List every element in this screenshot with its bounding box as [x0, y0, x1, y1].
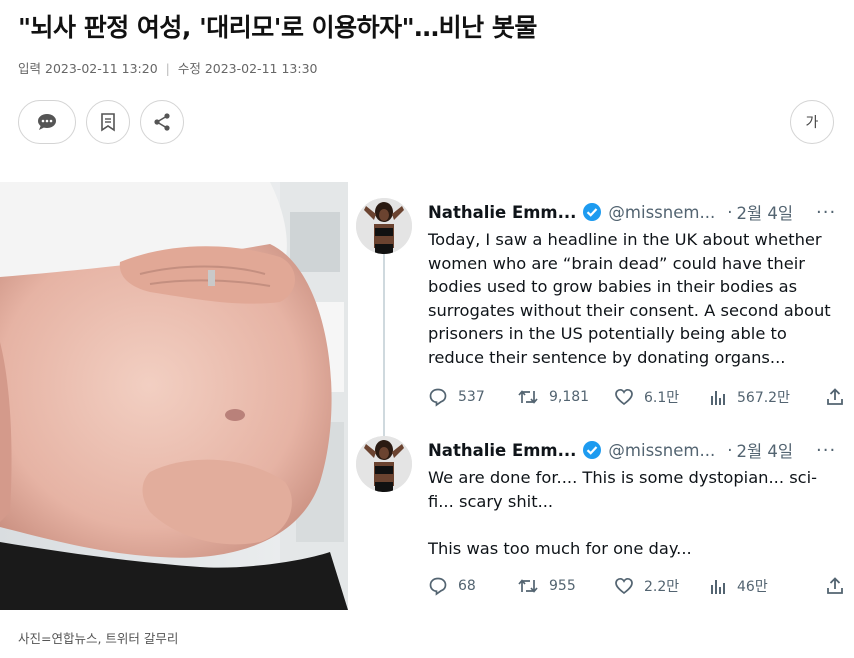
retweet-count: 955	[549, 578, 576, 594]
tweet-handle[interactable]: @missnem...	[608, 441, 715, 460]
tweet-author-name[interactable]: Nathalie Emm...	[428, 441, 576, 460]
tweet-actions: 68 955 2.2만 46만	[428, 576, 854, 596]
modified-label: 수정	[177, 61, 201, 76]
views-bar-chart-icon	[711, 580, 725, 594]
views-bar-chart-icon	[711, 391, 725, 405]
retweet-button[interactable]: 955	[517, 576, 614, 596]
comment-button[interactable]	[18, 100, 76, 144]
avatar	[356, 436, 412, 492]
retweet-count: 9,181	[549, 389, 590, 405]
avatar-image	[356, 436, 412, 492]
like-button[interactable]: 2.2만	[614, 576, 709, 596]
meta-divider: |	[165, 61, 170, 76]
tweet-handle[interactable]: @missnem...	[608, 203, 715, 222]
upload-share-icon	[827, 388, 843, 405]
like-count: 2.2만	[644, 579, 680, 595]
tweet-author-name[interactable]: Nathalie Emm...	[428, 203, 576, 222]
like-button[interactable]: 6.1만	[614, 387, 709, 407]
more-options-icon[interactable]: ···	[816, 202, 836, 223]
retweet-icon	[518, 390, 538, 404]
retweet-icon	[518, 579, 538, 593]
reply-button[interactable]: 68	[428, 576, 517, 596]
verified-badge-icon	[582, 202, 602, 222]
input-time: 2023-02-11 13:20	[45, 61, 158, 76]
verified-badge-icon	[582, 440, 602, 460]
article-headline: "뇌사 판정 여성, '대리모'로 이용하자"…비난 봇물	[18, 13, 537, 42]
share-tweet-button[interactable]	[825, 387, 854, 407]
font-size-button[interactable]: 가	[790, 100, 834, 144]
reply-count: 68	[458, 578, 476, 594]
tweet-date[interactable]: 2월 4일	[736, 438, 793, 462]
reply-button[interactable]: 537	[428, 387, 517, 407]
tweet-text: We are done for.... This is some dystopi…	[428, 468, 818, 558]
reply-icon	[429, 388, 447, 407]
tweet-date[interactable]: 2월 4일	[736, 200, 793, 224]
article-meta: 입력 2023-02-11 13:20 | 수정 2023-02-11 13:3…	[18, 58, 317, 77]
tweet-header: Nathalie Emm... @missnem... · 2월 4일	[428, 200, 793, 224]
input-label: 입력	[18, 61, 42, 76]
bookmark-button[interactable]	[86, 100, 130, 144]
tweet-2: Nathalie Emm... @missnem... · 2월 4일 ··· …	[348, 418, 854, 610]
retweet-button[interactable]: 9,181	[517, 387, 614, 407]
modified-time: 2023-02-11 13:30	[204, 61, 318, 76]
speech-bubble-icon	[38, 114, 56, 130]
pregnant-belly-image	[0, 182, 348, 610]
views-button[interactable]: 46만	[709, 576, 825, 596]
tweet-thread-screenshot: Nathalie Emm... @missnem... · 2월 4일 ··· …	[348, 182, 854, 610]
like-count: 6.1만	[644, 390, 680, 406]
bookmark-icon	[101, 113, 115, 132]
share-icon	[154, 113, 170, 131]
separator-dot: ·	[727, 202, 733, 222]
share-button[interactable]	[140, 100, 184, 144]
more-options-icon[interactable]: ···	[816, 440, 836, 461]
views-button[interactable]: 567.2만	[709, 387, 825, 407]
heart-icon	[615, 577, 633, 595]
reply-icon	[429, 577, 447, 596]
separator-dot: ·	[727, 440, 733, 460]
avatar-image	[356, 198, 412, 254]
tweet-header: Nathalie Emm... @missnem... · 2월 4일	[428, 438, 793, 462]
view-count: 567.2만	[737, 390, 790, 406]
heart-icon	[615, 388, 633, 406]
tweet-1: Nathalie Emm... @missnem... · 2월 4일 ··· …	[348, 182, 854, 418]
article-photo	[0, 182, 348, 610]
tweet-text: Today, I saw a headline in the UK about …	[428, 230, 831, 367]
tweet-actions: 537 9,181 6.1만 567.2만	[428, 387, 854, 407]
photo-caption: 사진=연합뉴스, 트위터 갈무리	[18, 631, 179, 646]
upload-share-icon	[827, 577, 843, 594]
share-tweet-button[interactable]	[825, 576, 854, 596]
article-action-buttons	[18, 100, 184, 144]
reply-count: 537	[458, 389, 485, 405]
view-count: 46만	[737, 579, 768, 595]
avatar	[356, 198, 412, 254]
